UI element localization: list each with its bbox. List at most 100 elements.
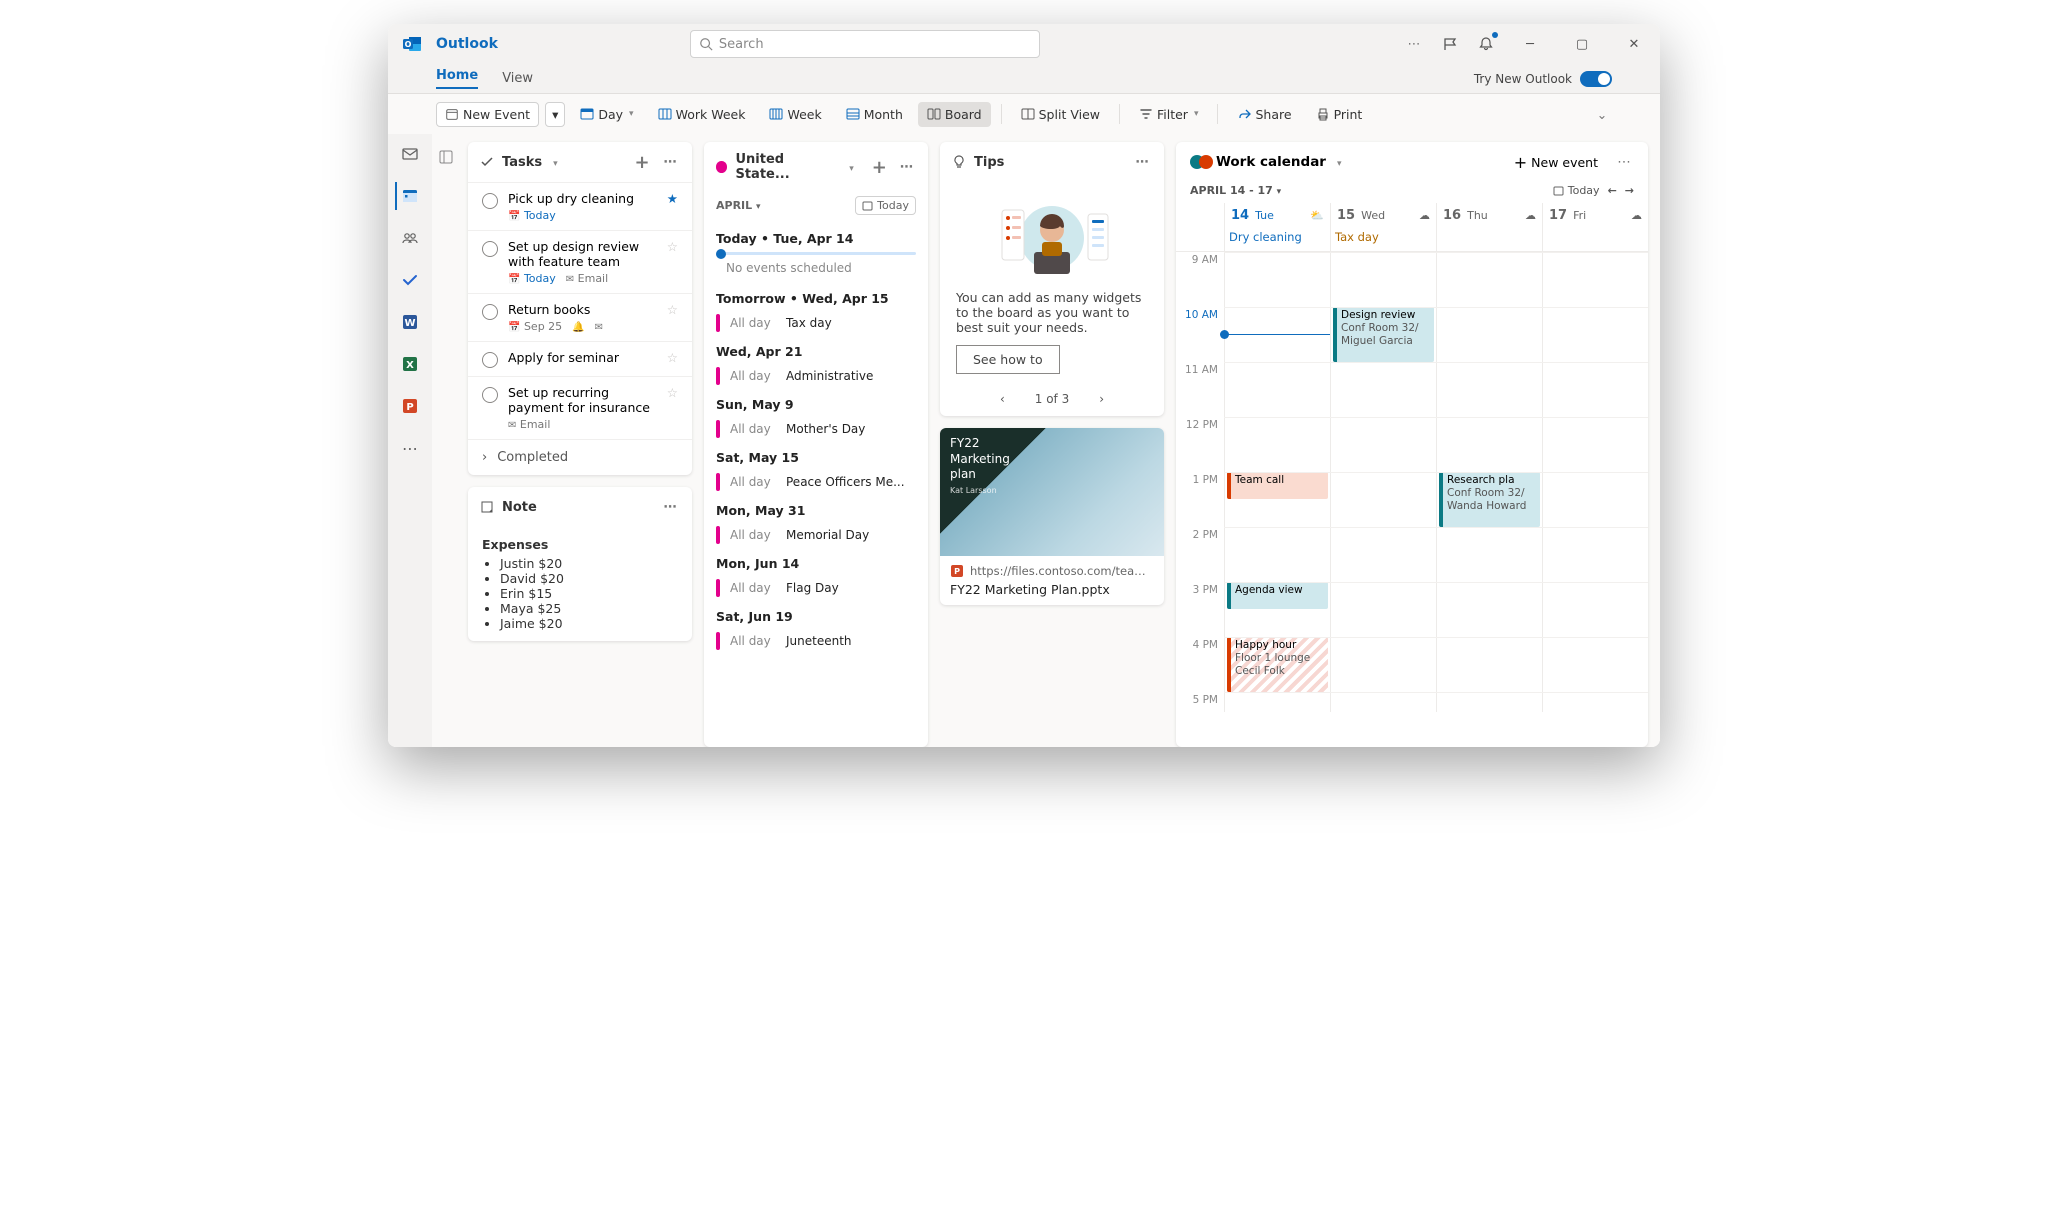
agenda-event[interactable]: All dayAdministrative (716, 363, 916, 389)
day-header[interactable]: 14Tue⛅ (1225, 203, 1330, 227)
day-header[interactable]: 15Wed☁ (1331, 203, 1436, 227)
task-item[interactable]: Return books📅 Sep 25🔔 ✉ ☆ (468, 293, 692, 341)
rail-powerpoint[interactable]: P (395, 392, 423, 420)
task-item[interactable]: Pick up dry cleaning📅 Today★ (468, 182, 692, 230)
pager-prev[interactable]: ‹ (1000, 392, 1005, 406)
collapse-toggle[interactable] (436, 142, 456, 747)
tips-cta-button[interactable]: See how to (956, 345, 1060, 374)
new-event-split[interactable]: ▾ (545, 102, 565, 127)
calendar-event[interactable]: Research plaConf Room 32/ Wanda Howard (1439, 472, 1540, 527)
task-item[interactable]: Set up recurring payment for insurance✉ … (468, 376, 692, 439)
close-button[interactable]: ✕ (1616, 30, 1652, 58)
task-checkbox[interactable] (482, 304, 498, 320)
file-card[interactable]: FY22 Marketing planKat Larsson P https:/… (940, 428, 1164, 605)
agenda-event[interactable]: All dayMemorial Day (716, 522, 916, 548)
ribbon-chevron-icon[interactable]: ⌄ (1592, 104, 1612, 124)
note-body[interactable]: Expenses Justin $20David $20Erin $15Maya… (468, 527, 692, 641)
allday-event[interactable]: Tax day (1335, 230, 1432, 244)
rail-word[interactable]: W (395, 308, 423, 336)
allday-event[interactable]: Dry cleaning (1229, 230, 1326, 244)
tasks-more[interactable]: ⋯ (660, 152, 680, 172)
agenda-event[interactable]: All dayJuneteenth (716, 628, 916, 654)
tips-illustration (940, 182, 1164, 290)
timegrid-column[interactable]: Team call Agenda view Happy hourFloor 1 lo… (1224, 252, 1330, 712)
calendar-timegrid[interactable]: 9 AM10 AM11 AM12 PM1 PM2 PM3 PM4 PM5 PM … (1176, 252, 1648, 712)
agenda-day-header: Sun, May 9 (716, 397, 916, 412)
star-icon[interactable]: ★ (667, 191, 678, 206)
day-header[interactable]: 17Fri☁ (1543, 203, 1648, 227)
task-item[interactable]: Apply for seminar☆ (468, 341, 692, 376)
rail-people[interactable] (395, 224, 423, 252)
rail-more[interactable]: ⋯ (395, 434, 423, 462)
pager-next[interactable]: › (1099, 392, 1104, 406)
view-board[interactable]: Board (918, 102, 991, 127)
calendar-new-event[interactable]: +New event (1514, 153, 1598, 172)
calendar-event[interactable]: Happy hourFloor 1 lounge Cecil Folk (1227, 637, 1328, 692)
notifications-icon[interactable] (1476, 34, 1496, 54)
view-day[interactable]: Day▾ (571, 102, 642, 127)
star-icon[interactable]: ☆ (667, 385, 678, 400)
split-view[interactable]: Split View (1012, 102, 1109, 127)
agenda-list[interactable]: Today • Tue, Apr 14No events scheduledTo… (704, 223, 928, 747)
agenda-chevron[interactable] (846, 160, 854, 175)
task-checkbox[interactable] (482, 387, 498, 403)
minimize-button[interactable]: ─ (1512, 30, 1548, 58)
print-button[interactable]: Print (1307, 102, 1372, 127)
search-input[interactable]: Search (690, 30, 1040, 58)
star-icon[interactable]: ☆ (667, 350, 678, 365)
search-placeholder: Search (719, 37, 764, 52)
calendar-next[interactable]: → (1625, 184, 1634, 197)
rail-todo[interactable] (395, 266, 423, 294)
tab-view[interactable]: View (502, 71, 533, 86)
timegrid-column[interactable] (1542, 252, 1648, 712)
agenda-today-button[interactable]: Today (855, 196, 916, 215)
filter-button[interactable]: Filter▾ (1130, 102, 1208, 127)
add-task-button[interactable]: + (632, 152, 652, 172)
tasks-chevron[interactable] (550, 155, 558, 170)
agenda-month[interactable]: APRIL ▾ (716, 199, 761, 212)
calendar-chevron[interactable] (1334, 154, 1342, 170)
calendar-prev[interactable]: ← (1608, 184, 1617, 197)
task-checkbox[interactable] (482, 352, 498, 368)
try-new-outlook: Try New Outlook (1474, 71, 1612, 87)
maximize-button[interactable]: ▢ (1564, 30, 1600, 58)
tips-text: You can add as many widgets to the board… (956, 290, 1148, 335)
calendar-today-button[interactable]: Today (1553, 184, 1600, 197)
day-header[interactable]: 16Thu☁ (1437, 203, 1542, 227)
agenda-event[interactable]: All dayTax day (716, 310, 916, 336)
task-item[interactable]: Set up design review with feature team📅 … (468, 230, 692, 293)
rail-calendar[interactable] (395, 182, 423, 210)
calendar-event[interactable]: Agenda view (1227, 582, 1328, 609)
completed-row[interactable]: › Completed (468, 439, 692, 475)
tips-more[interactable]: ⋯ (1132, 152, 1152, 172)
agenda-event[interactable]: All dayMother's Day (716, 416, 916, 442)
view-month[interactable]: Month (837, 102, 912, 127)
star-icon[interactable]: ☆ (667, 302, 678, 317)
task-checkbox[interactable] (482, 193, 498, 209)
more-icon[interactable]: ⋯ (1404, 34, 1424, 54)
agenda-event[interactable]: All dayFlag Day (716, 575, 916, 601)
tasks-card: Tasks + ⋯ Pick up dry cleaning📅 Today★Se… (468, 142, 692, 475)
app-rail: W X P ⋯ (388, 134, 432, 747)
calendar-more[interactable]: ⋯ (1614, 152, 1634, 172)
task-checkbox[interactable] (482, 241, 498, 257)
calendar-event[interactable]: Design reviewConf Room 32/ Miguel Garcia (1333, 307, 1434, 362)
timegrid-column[interactable]: Design reviewConf Room 32/ Miguel Garcia (1330, 252, 1436, 712)
new-event-button[interactable]: New Event (436, 102, 539, 127)
rail-excel[interactable]: X (395, 350, 423, 378)
try-new-toggle[interactable] (1580, 71, 1612, 87)
note-more[interactable]: ⋯ (660, 497, 680, 517)
rail-mail[interactable] (395, 140, 423, 168)
agenda-more[interactable]: ⋯ (897, 157, 916, 177)
agenda-event[interactable]: All dayPeace Officers Me... (716, 469, 916, 495)
calendar-range[interactable]: APRIL 14 - 17 ▾ (1190, 184, 1281, 197)
view-week[interactable]: Week (760, 102, 830, 127)
calendar-event[interactable]: Team call (1227, 472, 1328, 499)
timegrid-column[interactable]: Research plaConf Room 32/ Wanda Howard (1436, 252, 1542, 712)
star-icon[interactable]: ☆ (667, 239, 678, 254)
agenda-add[interactable]: + (870, 157, 889, 177)
share-button[interactable]: Share (1228, 102, 1300, 127)
tab-home[interactable]: Home (436, 68, 478, 89)
view-workweek[interactable]: Work Week (649, 102, 755, 127)
todo-pane-icon[interactable] (1440, 34, 1460, 54)
